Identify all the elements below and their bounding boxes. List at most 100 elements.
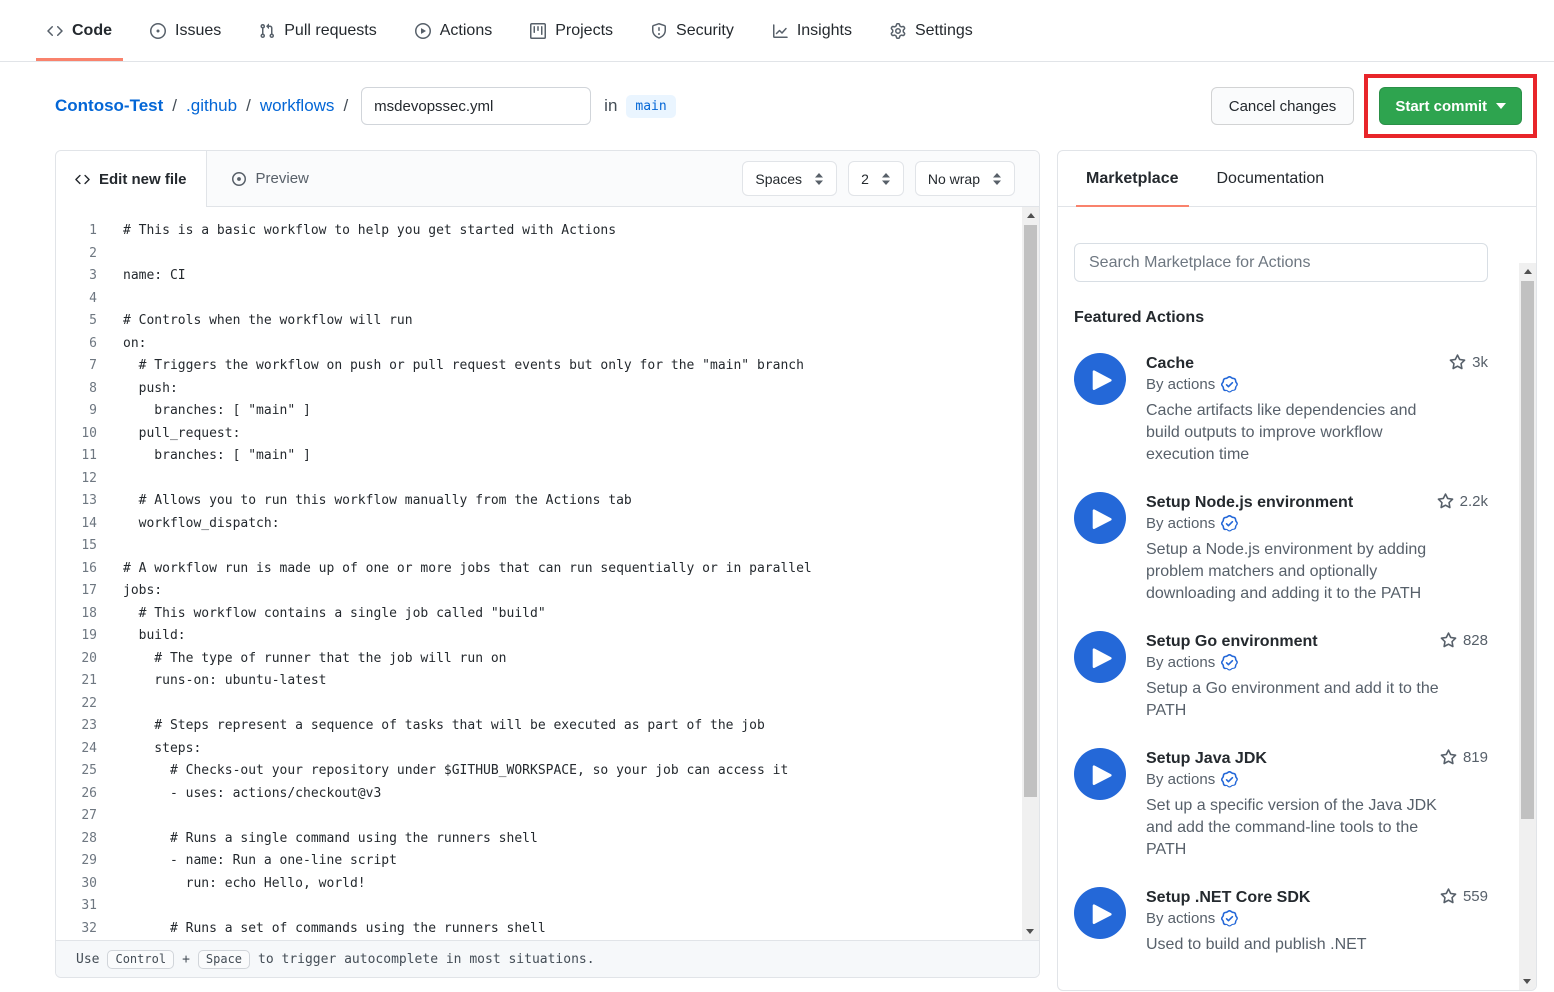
- code-line[interactable]: 13 # Allows you to run this workflow man…: [56, 490, 1039, 513]
- code-line[interactable]: 32 # Runs a set of commands using the ru…: [56, 918, 1039, 941]
- code-line[interactable]: 18 # This workflow contains a single job…: [56, 603, 1039, 626]
- code-line[interactable]: 25 # Checks-out your repository under $G…: [56, 760, 1039, 783]
- up-down-caret-icon: [814, 172, 824, 186]
- action-byline: By actions: [1146, 515, 1488, 532]
- code-line[interactable]: 30 run: echo Hello, world!: [56, 873, 1039, 896]
- code-line[interactable]: 26 - uses: actions/checkout@v3: [56, 783, 1039, 806]
- code-line[interactable]: 5 # Controls when the workflow will run: [56, 310, 1039, 333]
- marketplace-action-item[interactable]: Cache By actions 3k Cache artifacts like…: [1074, 353, 1488, 466]
- code-line[interactable]: 4: [56, 288, 1039, 311]
- action-title[interactable]: Setup Go environment: [1146, 631, 1488, 652]
- code-line[interactable]: 14 workflow_dispatch:: [56, 513, 1039, 536]
- code-line[interactable]: 3 name: CI: [56, 265, 1039, 288]
- marketplace-action-item[interactable]: Setup Java JDK By actions 819 Set up a s…: [1074, 748, 1488, 861]
- tab-pull-requests[interactable]: Pull requests: [248, 0, 388, 61]
- code-line[interactable]: 31: [56, 895, 1039, 918]
- code-line[interactable]: 2: [56, 243, 1039, 266]
- code-line[interactable]: 12: [56, 468, 1039, 491]
- code-line[interactable]: 8 push:: [56, 378, 1039, 401]
- tab-insights[interactable]: Insights: [761, 0, 863, 61]
- byline-text: By actions: [1146, 515, 1215, 532]
- action-title[interactable]: Setup .NET Core SDK: [1146, 887, 1488, 908]
- action-play-icon: [1074, 748, 1126, 800]
- scroll-down-arrow-icon[interactable]: [1026, 929, 1034, 934]
- tab-issues-label: Issues: [175, 22, 221, 40]
- action-play-icon: [1074, 887, 1126, 939]
- control-key-badge: Control: [107, 950, 174, 969]
- code-line[interactable]: 9 branches: [ "main" ]: [56, 400, 1039, 423]
- tab-projects[interactable]: Projects: [519, 0, 624, 61]
- breadcrumb-dir-workflows-link[interactable]: workflows: [260, 96, 335, 116]
- scroll-up-arrow-icon[interactable]: [1027, 213, 1035, 218]
- marketplace-action-item[interactable]: Setup Go environment By actions 828 Setu…: [1074, 631, 1488, 722]
- sidebar-scrollbar[interactable]: [1519, 263, 1536, 990]
- tab-edit-new-file[interactable]: Edit new file: [56, 151, 207, 207]
- star-icon: [1440, 632, 1457, 649]
- editor-scrollbar-thumb[interactable]: [1024, 225, 1037, 797]
- code-line[interactable]: 22: [56, 693, 1039, 716]
- header-actions: Cancel changes Start commit: [1211, 74, 1537, 138]
- code-line[interactable]: 6 on:: [56, 333, 1039, 356]
- wrap-mode-select[interactable]: No wrap: [915, 161, 1015, 196]
- line-number: 3: [56, 265, 123, 288]
- tab-issues[interactable]: Issues: [139, 0, 232, 61]
- tab-documentation[interactable]: Documentation: [1217, 151, 1325, 206]
- marketplace-action-item[interactable]: Setup .NET Core SDK By actions 559 Used …: [1074, 887, 1488, 956]
- action-title[interactable]: Setup Java JDK: [1146, 748, 1488, 769]
- indent-mode-select[interactable]: Spaces: [742, 161, 837, 196]
- tab-settings[interactable]: Settings: [879, 0, 984, 61]
- code-line[interactable]: 23 # Steps represent a sequence of tasks…: [56, 715, 1039, 738]
- code-line[interactable]: 1 # This is a basic workflow to help you…: [56, 220, 1039, 243]
- line-text: # Runs a single command using the runner…: [123, 828, 538, 851]
- code-line[interactable]: 27: [56, 805, 1039, 828]
- start-commit-button[interactable]: Start commit: [1379, 87, 1522, 125]
- breadcrumb-separator: /: [172, 96, 177, 116]
- indent-size-select[interactable]: 2: [848, 161, 904, 196]
- code-line[interactable]: 24 steps:: [56, 738, 1039, 761]
- line-number: 9: [56, 400, 123, 423]
- code-line[interactable]: 29 - name: Run a one-line script: [56, 850, 1039, 873]
- cancel-changes-button[interactable]: Cancel changes: [1211, 87, 1355, 125]
- code-line[interactable]: 28 # Runs a single command using the run…: [56, 828, 1039, 851]
- code-line[interactable]: 21 runs-on: ubuntu-latest: [56, 670, 1039, 693]
- action-description: Used to build and publish .NET: [1146, 934, 1451, 956]
- code-line[interactable]: 17 jobs:: [56, 580, 1039, 603]
- file-header-row: Contoso-Test / .github / workflows / in …: [0, 62, 1554, 150]
- tab-actions-label: Actions: [440, 22, 492, 40]
- breadcrumb-repo-link[interactable]: Contoso-Test: [55, 96, 163, 116]
- marketplace-action-item[interactable]: Setup Node.js environment By actions 2.2…: [1074, 492, 1488, 605]
- star-count: 3k: [1449, 354, 1488, 371]
- tab-actions[interactable]: Actions: [404, 0, 503, 61]
- star-count-value: 828: [1463, 632, 1488, 649]
- code-line[interactable]: 10 pull_request:: [56, 423, 1039, 446]
- verified-badge-icon: [1221, 376, 1238, 393]
- line-text: # Runs a set of commands using the runne…: [123, 918, 546, 941]
- tab-code[interactable]: Code: [36, 0, 123, 61]
- sidebar-scrollbar-thumb[interactable]: [1521, 281, 1534, 819]
- code-editor[interactable]: 1 # This is a basic workflow to help you…: [56, 207, 1039, 940]
- filename-input[interactable]: [361, 87, 591, 125]
- verified-badge-icon: [1221, 910, 1238, 927]
- code-line[interactable]: 11 branches: [ "main" ]: [56, 445, 1039, 468]
- marketplace-search-input[interactable]: [1074, 243, 1488, 282]
- code-line[interactable]: 7 # Triggers the workflow on push or pul…: [56, 355, 1039, 378]
- action-title[interactable]: Cache: [1146, 353, 1488, 374]
- editor-scrollbar[interactable]: [1022, 207, 1039, 940]
- line-number: 5: [56, 310, 123, 333]
- code-line[interactable]: 15: [56, 535, 1039, 558]
- code-line[interactable]: 16 # A workflow run is made up of one or…: [56, 558, 1039, 581]
- verified-badge-icon: [1221, 515, 1238, 532]
- tab-security[interactable]: Security: [640, 0, 745, 61]
- scroll-up-arrow-icon[interactable]: [1524, 269, 1532, 274]
- code-line[interactable]: 19 build:: [56, 625, 1039, 648]
- action-byline: By actions: [1146, 654, 1488, 671]
- scroll-down-arrow-icon[interactable]: [1523, 979, 1531, 984]
- tab-preview[interactable]: Preview: [212, 151, 328, 206]
- code-line[interactable]: 20 # The type of runner that the job wil…: [56, 648, 1039, 671]
- action-byline: By actions: [1146, 771, 1488, 788]
- tab-marketplace[interactable]: Marketplace: [1086, 151, 1179, 206]
- breadcrumb-dir-github-link[interactable]: .github: [186, 96, 237, 116]
- line-text: # Triggers the workflow on push or pull …: [123, 355, 804, 378]
- line-number: 1: [56, 220, 123, 243]
- line-number: 11: [56, 445, 123, 468]
